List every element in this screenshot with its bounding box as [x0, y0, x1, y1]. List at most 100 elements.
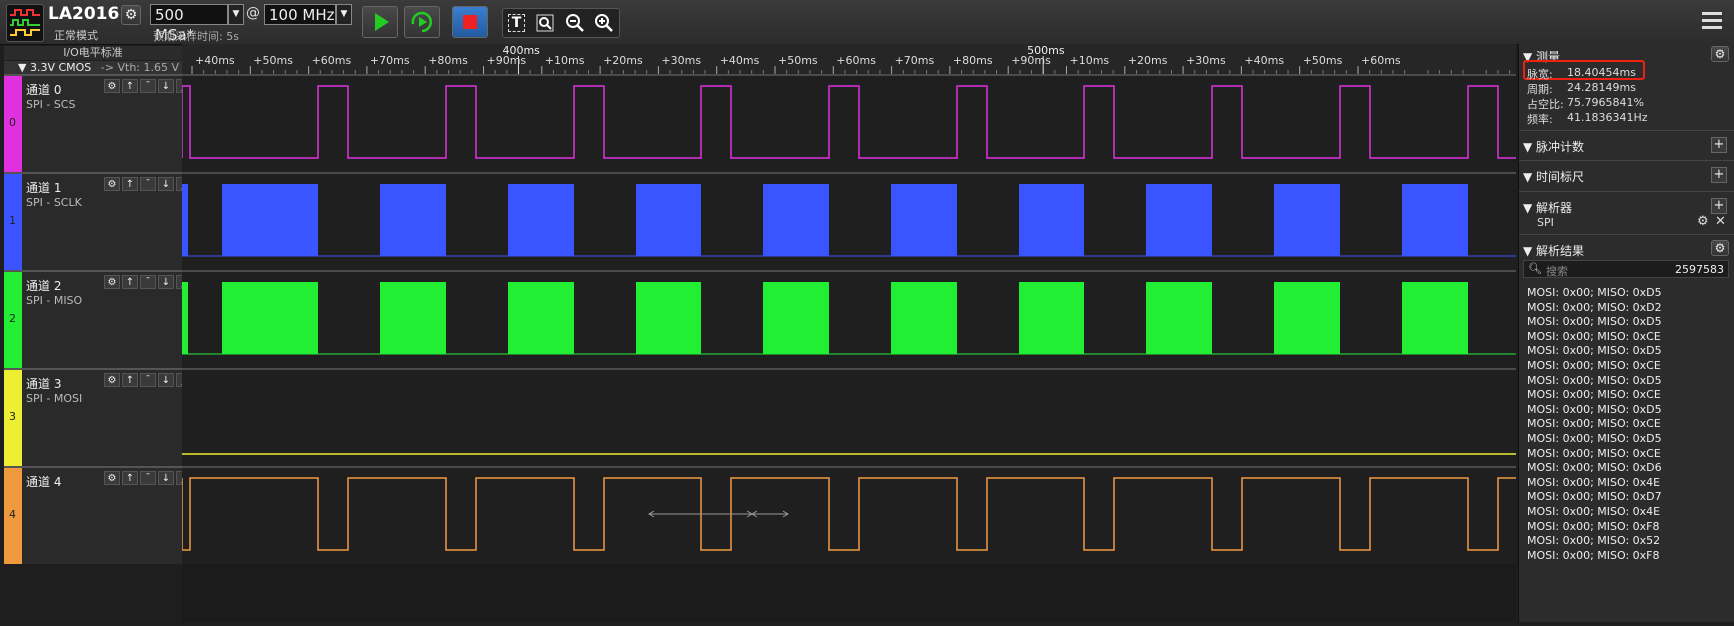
sample-rate-dropdown-icon[interactable]: ▼ — [336, 4, 352, 25]
hamburger-menu-icon[interactable] — [1702, 12, 1722, 29]
decoder-item-spi[interactable]: SPI — [1537, 216, 1554, 229]
result-row[interactable]: MOSI: 0x00; MISO: 0xD5 — [1527, 315, 1662, 328]
channel-settings-gear-icon[interactable]: ⚙ — [104, 373, 120, 387]
ruler-tick-label: +80ms — [953, 54, 993, 67]
ruler-tick-label: +60ms — [836, 54, 876, 67]
duty-value: 75.7965841% — [1567, 96, 1644, 109]
waveform-area[interactable] — [181, 74, 1516, 622]
results-settings-gear-icon[interactable]: ⚙ — [1711, 240, 1729, 256]
channel-panel-4[interactable]: 4 通道 4 ⚙↑¯↓_ — [4, 466, 192, 564]
start-button[interactable] — [362, 6, 398, 38]
result-row[interactable]: MOSI: 0x00; MISO: 0xCE — [1527, 330, 1661, 343]
result-row[interactable]: MOSI: 0x00; MISO: 0xCE — [1527, 417, 1661, 430]
pulse-count-section-header[interactable]: ▼ 脉冲计数 — [1523, 138, 1729, 155]
search-input[interactable]: 搜索 — [1546, 263, 1568, 279]
channel-decoder-label: SPI - SCLK — [26, 196, 82, 209]
decoder-remove-close-icon[interactable]: ✕ — [1715, 214, 1726, 229]
result-row[interactable]: MOSI: 0x00; MISO: 0xCE — [1527, 388, 1661, 401]
channel-name[interactable]: 通道 1 — [26, 179, 61, 196]
result-row[interactable]: MOSI: 0x00; MISO: 0xD7 — [1527, 490, 1662, 503]
trigger-high-level-icon[interactable]: ¯ — [140, 79, 156, 93]
waveform-block — [380, 282, 446, 354]
zoom-area-icon[interactable] — [535, 13, 555, 33]
ruler-tick-label: +80ms — [428, 54, 468, 67]
stop-button[interactable] — [452, 6, 488, 38]
channel-panel-1[interactable]: 1 通道 1SPI - SCLK ⚙↑¯↓_ — [4, 172, 192, 270]
channel-trigger-icons: ⚙↑¯↓_ — [104, 79, 192, 93]
result-row[interactable]: MOSI: 0x00; MISO: 0x4E — [1527, 505, 1660, 518]
trigger-rising-edge-icon[interactable]: ↑ — [122, 275, 138, 289]
trigger-rising-edge-icon[interactable]: ↑ — [122, 177, 138, 191]
repeat-start-button[interactable] — [404, 6, 440, 38]
trigger-high-level-icon[interactable]: ¯ — [140, 373, 156, 387]
add-pulse-count-plus-icon[interactable]: + — [1711, 137, 1727, 153]
channel-settings-gear-icon[interactable]: ⚙ — [104, 79, 120, 93]
trigger-falling-edge-icon[interactable]: ↓ — [158, 471, 174, 485]
result-row[interactable]: MOSI: 0x00; MISO: 0xD5 — [1527, 286, 1662, 299]
zoom-in-icon[interactable] — [594, 13, 614, 33]
sample-depth-dropdown-icon[interactable]: ▼ — [228, 4, 244, 25]
result-row[interactable]: MOSI: 0x00; MISO: 0xD2 — [1527, 301, 1662, 314]
add-time-ruler-plus-icon[interactable]: + — [1711, 167, 1727, 183]
ruler-tick-label: +50ms — [253, 54, 293, 67]
add-decoder-plus-icon[interactable]: + — [1711, 198, 1727, 214]
channel-trigger-icons: ⚙↑¯↓_ — [104, 275, 192, 289]
results-search-box[interactable]: 🔍︎ 搜索 2597583 — [1523, 260, 1729, 278]
trigger-falling-edge-icon[interactable]: ↓ — [158, 373, 174, 387]
zoom-out-icon[interactable] — [565, 13, 585, 33]
channel-panel-3[interactable]: 3 通道 3SPI - MOSI ⚙↑¯↓_ — [4, 368, 192, 466]
trigger-rising-edge-icon[interactable]: ↑ — [122, 471, 138, 485]
result-row[interactable]: MOSI: 0x00; MISO: 0xF8 — [1527, 549, 1660, 562]
result-row[interactable]: MOSI: 0x00; MISO: 0xF8 — [1527, 520, 1660, 533]
trigger-high-level-icon[interactable]: ¯ — [140, 275, 156, 289]
channel-panel-0[interactable]: 0 通道 0SPI - SCS ⚙↑¯↓_ — [4, 74, 192, 172]
result-row[interactable]: MOSI: 0x00; MISO: 0xD5 — [1527, 432, 1662, 445]
duty-label: 占空比: — [1527, 98, 1564, 111]
text-tool-icon[interactable]: T — [507, 14, 526, 32]
ruler-tick-label: +40ms — [720, 54, 760, 67]
time-ruler-section-header[interactable]: ▼ 时间标尺 — [1523, 168, 1729, 185]
channel-name[interactable]: 通道 3 — [26, 375, 61, 392]
waveform-block — [182, 184, 188, 256]
ruler-tick-label: +60ms — [1361, 54, 1401, 67]
trigger-high-level-icon[interactable]: ¯ — [140, 471, 156, 485]
trigger-falling-edge-icon[interactable]: ↓ — [158, 275, 174, 289]
results-section-header[interactable]: ▼ 解析结果 — [1523, 242, 1729, 259]
channel-number: 0 — [9, 116, 16, 129]
channel-panel-2[interactable]: 2 通道 2SPI - MISO ⚙↑¯↓_ — [4, 270, 192, 368]
result-row[interactable]: MOSI: 0x00; MISO: 0x52 — [1527, 534, 1660, 547]
trigger-falling-edge-icon[interactable]: ↓ — [158, 177, 174, 191]
sample-depth-select[interactable]: 500 MSa* — [150, 4, 228, 44]
result-row[interactable]: MOSI: 0x00; MISO: 0xD5 — [1527, 374, 1662, 387]
trigger-falling-edge-icon[interactable]: ↓ — [158, 79, 174, 93]
result-row[interactable]: MOSI: 0x00; MISO: 0xCE — [1527, 359, 1661, 372]
decoder-title: 解析器 — [1536, 201, 1573, 215]
channel-settings-gear-icon[interactable]: ⚙ — [104, 471, 120, 485]
result-row[interactable]: MOSI: 0x00; MISO: 0xD6 — [1527, 461, 1662, 474]
channel-settings-gear-icon[interactable]: ⚙ — [104, 275, 120, 289]
result-row[interactable]: MOSI: 0x00; MISO: 0x4E — [1527, 476, 1660, 489]
trigger-rising-edge-icon[interactable]: ↑ — [122, 373, 138, 387]
waveform-block — [1019, 282, 1084, 354]
trigger-rising-edge-icon[interactable]: ↑ — [122, 79, 138, 93]
result-row[interactable]: MOSI: 0x00; MISO: 0xD5 — [1527, 403, 1662, 416]
waveform-block — [1274, 184, 1340, 256]
result-row[interactable]: MOSI: 0x00; MISO: 0xCE — [1527, 447, 1661, 460]
io-level-selector[interactable]: ▼ 3.3V CMOS -> Vth: 1.65 V — [4, 61, 182, 74]
result-row[interactable]: MOSI: 0x00; MISO: 0xD5 — [1527, 344, 1662, 357]
time-ruler[interactable]: +40ms +50ms +60ms +70ms +80ms +90ms +10ms +20ms… — [182, 44, 1522, 75]
sample-rate-select[interactable]: 100 MHz — [264, 4, 336, 25]
trigger-high-level-icon[interactable]: ¯ — [140, 177, 156, 191]
device-settings-gear-icon[interactable]: ⚙ — [121, 5, 141, 25]
decoder-settings-gear-icon[interactable]: ⚙ — [1697, 214, 1709, 229]
channel-name[interactable]: 通道 4 — [26, 473, 61, 490]
channel-number: 2 — [9, 312, 16, 325]
estimated-sample-time: 预期采样时间: 5s — [153, 30, 239, 43]
channel-lane-3 — [182, 368, 1516, 466]
freq-label: 频率: — [1527, 113, 1553, 126]
io-level-value[interactable]: ▼ 3.3V CMOS — [18, 61, 91, 74]
channel-name[interactable]: 通道 0 — [26, 81, 61, 98]
channel-name[interactable]: 通道 2 — [26, 277, 61, 294]
channel-settings-gear-icon[interactable]: ⚙ — [104, 177, 120, 191]
measure-settings-gear-icon[interactable]: ⚙ — [1711, 46, 1729, 62]
